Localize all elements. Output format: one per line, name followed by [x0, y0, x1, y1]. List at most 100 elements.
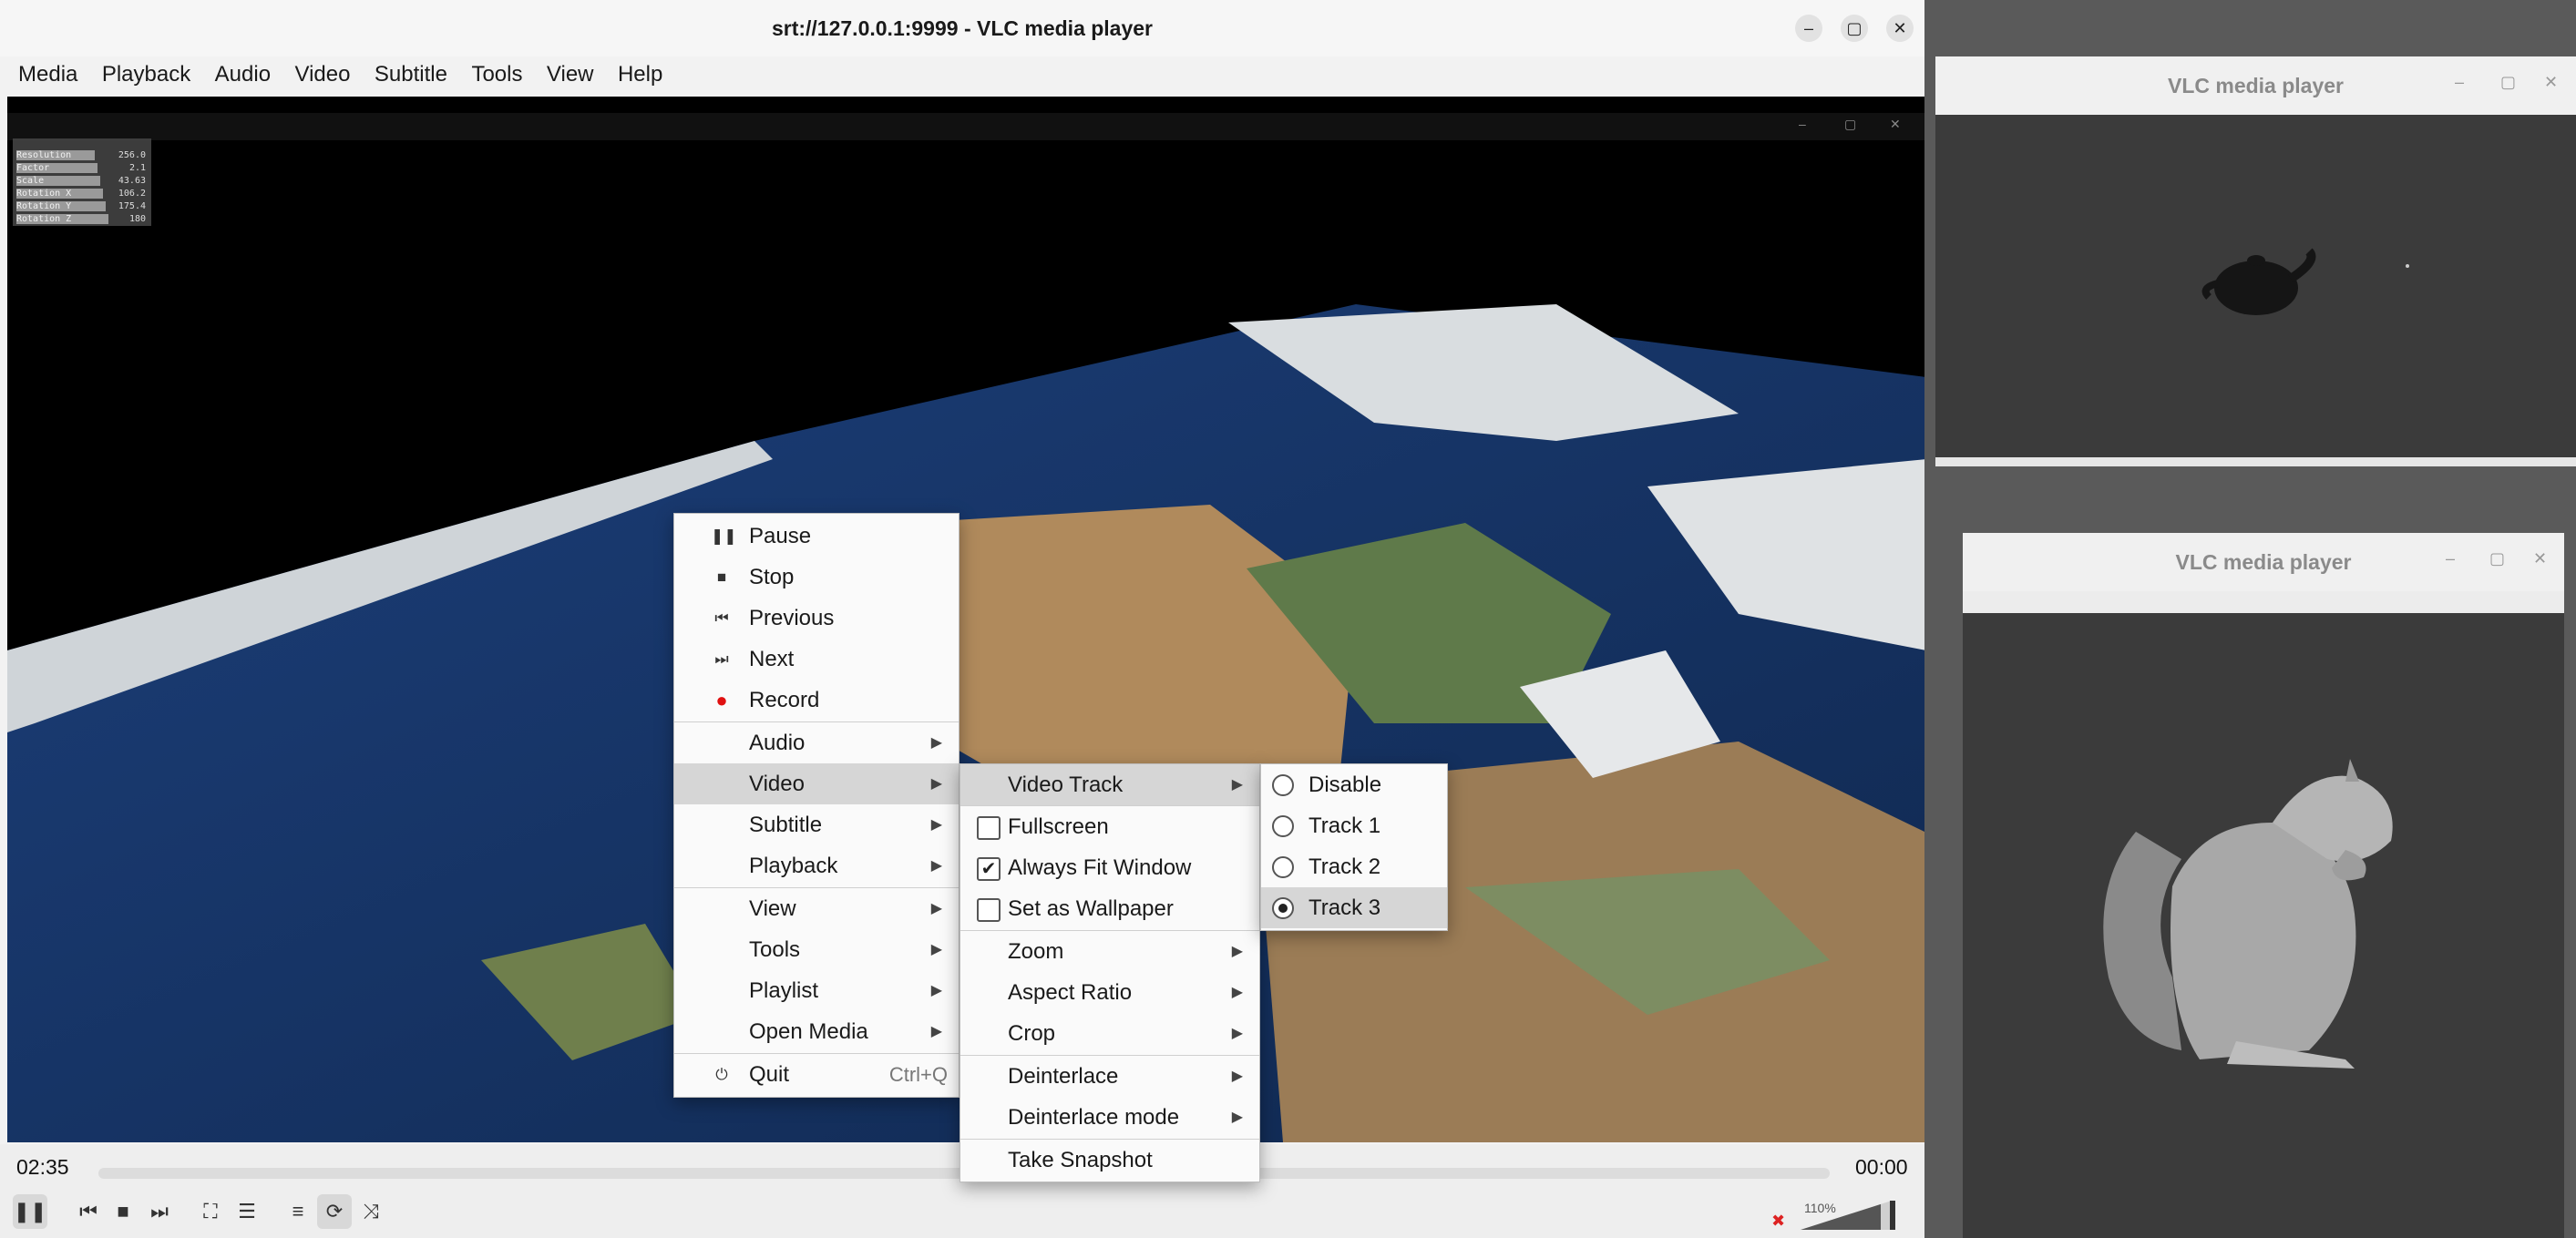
close-icon[interactable]: ✕ [2533, 549, 2547, 568]
submenu-arrow-icon: ▶ [1231, 1069, 1243, 1084]
fullscreen-button[interactable]: ⛶ [193, 1194, 228, 1229]
menu-audio[interactable]: Audio [205, 56, 281, 93]
maximize-icon[interactable]: ▢ [2500, 73, 2516, 92]
overlay-param-row[interactable]: Rotation Z 180 [16, 213, 148, 225]
volume-slider[interactable] [1801, 1199, 1901, 1232]
menu-item-pause[interactable]: ❚❚ Pause [674, 516, 959, 557]
next-button[interactable]: ⏭ [142, 1194, 177, 1229]
title-bar[interactable]: srt://127.0.0.1:9999 - VLC media player … [0, 0, 1924, 56]
teapot-render [1935, 115, 2576, 457]
overlay-param-value: 106.2 [118, 189, 146, 199]
submenu-item-deinterlace[interactable]: Deinterlace ▶ [960, 1056, 1259, 1097]
submenu-item-deinterlace-mode[interactable]: Deinterlace mode ▶ [960, 1097, 1259, 1138]
disable-radio[interactable] [1272, 774, 1294, 796]
menu-item-view[interactable]: View ▶ [674, 888, 959, 929]
embedded-window-bar: – ▢ ✕ [7, 113, 1924, 140]
menu-tools[interactable]: Tools [461, 56, 532, 93]
video-submenu: Video Track ▶ Fullscreen ✔ Always Fit Wind… [960, 763, 1260, 1182]
side-window-bottom-titlebar[interactable]: VLC media player – ▢ ✕ [1963, 533, 2564, 591]
menu-item-playback[interactable]: Playback ▶ [674, 845, 959, 886]
menu-item-open-media[interactable]: Open Media ▶ [674, 1011, 959, 1052]
submenu-item-take-snapshot[interactable]: Take Snapshot [960, 1140, 1259, 1181]
overlay-param-label: Rotation Y [16, 201, 72, 211]
menu-item-tools[interactable]: Tools ▶ [674, 929, 959, 970]
mute-icon[interactable]: ✖ [1771, 1212, 1785, 1231]
submenu-item-video-track[interactable]: Video Track ▶ [960, 764, 1259, 805]
stop-button[interactable]: ■ [106, 1194, 140, 1229]
submenu-item-fullscreen[interactable]: Fullscreen [960, 806, 1259, 847]
fullscreen-checkbox[interactable] [977, 816, 1001, 840]
overlay-param-value: 43.63 [118, 176, 146, 186]
track-2-radio[interactable] [1272, 856, 1294, 878]
submenu-arrow-icon: ▶ [1231, 944, 1243, 959]
submenu-arrow-icon: ▶ [930, 1024, 942, 1039]
always-fit-window-checkbox[interactable]: ✔ [977, 857, 1001, 881]
overlay-param-row[interactable]: Factor 2.1 [16, 162, 148, 174]
maximize-icon[interactable]: ▢ [2489, 549, 2505, 568]
track-item-track-2[interactable]: Track 2 [1261, 846, 1447, 887]
overlay-param-value: 2.1 [128, 163, 146, 173]
track-1-radio[interactable] [1272, 815, 1294, 837]
submenu-arrow-icon: ▶ [930, 817, 942, 833]
menu-subtitle[interactable]: Subtitle [364, 56, 457, 93]
menu-view[interactable]: View [537, 56, 604, 93]
minimize-icon[interactable]: – [1795, 15, 1822, 42]
overlay-param-row[interactable]: Scale 43.63 [16, 175, 148, 187]
minimize-icon[interactable]: – [2455, 73, 2464, 92]
previous-button[interactable]: ⏮ [71, 1194, 106, 1229]
menu-item-record[interactable]: ● Record [674, 680, 959, 721]
maximize-icon[interactable]: ▢ [1841, 15, 1868, 42]
menu-help[interactable]: Help [608, 56, 672, 93]
track-item-disable[interactable]: Disable [1261, 764, 1447, 805]
submenu-item-crop[interactable]: Crop ▶ [960, 1013, 1259, 1054]
submenu-arrow-icon: ▶ [930, 901, 942, 916]
menu-item-stop[interactable]: ■ Stop [674, 557, 959, 598]
extended-settings-button[interactable]: ☰ [230, 1194, 264, 1229]
submenu-item-always-fit-window[interactable]: ✔ Always Fit Window [960, 847, 1259, 888]
pause-button[interactable]: ❚❚ [13, 1194, 47, 1229]
shuffle-button[interactable]: ⤨ [354, 1194, 388, 1229]
minimize-icon[interactable]: – [2446, 549, 2455, 568]
close-icon[interactable]: ✕ [1886, 15, 1914, 42]
overlay-param-row[interactable]: Rotation X 106.2 [16, 188, 148, 200]
menu-item-subtitle[interactable]: Subtitle ▶ [674, 804, 959, 845]
submenu-arrow-icon: ▶ [930, 776, 942, 792]
elapsed-time: 02:35 [16, 1155, 69, 1179]
menu-playback[interactable]: Playback [92, 56, 200, 93]
menu-item-next[interactable]: ⏭ Next [674, 639, 959, 680]
set-as-wallpaper-checkbox[interactable] [977, 898, 1001, 922]
menu-item-previous[interactable]: ⏮ Previous [674, 598, 959, 639]
stop-icon: ■ [716, 568, 727, 586]
overlay-param-label: Rotation X [16, 189, 72, 199]
submenu-item-aspect-ratio[interactable]: Aspect Ratio ▶ [960, 972, 1259, 1013]
submenu-item-zoom[interactable]: Zoom ▶ [960, 931, 1259, 972]
submenu-arrow-icon: ▶ [930, 942, 942, 957]
menu-item-audio[interactable]: Audio ▶ [674, 722, 959, 763]
menu-video[interactable]: Video [285, 56, 361, 93]
embedded-minimize-icon: – [1799, 117, 1806, 131]
track-3-radio[interactable] [1272, 897, 1294, 919]
menu-item-video[interactable]: Video ▶ [674, 763, 959, 804]
submenu-item-set-as-wallpaper[interactable]: Set as Wallpaper [960, 888, 1259, 929]
overlay-param-row[interactable]: Resolution 256.0 [16, 149, 148, 161]
pause-icon: ❚❚ [711, 527, 737, 545]
submenu-arrow-icon: ▶ [1231, 777, 1243, 793]
side-window-top-titlebar[interactable]: VLC media player – ▢ ✕ [1935, 56, 2576, 115]
track-item-track-3[interactable]: Track 3 [1261, 887, 1447, 928]
overlay-param-value: 175.4 [118, 201, 146, 211]
overlay-panel[interactable]: Resolution 256.0 Factor 2.1 Scale 43.63 Rotati… [13, 138, 151, 226]
overlay-param-row[interactable]: Rotation Y 175.4 [16, 200, 148, 212]
close-icon[interactable]: ✕ [2544, 73, 2558, 92]
side-window-top: VLC media player – ▢ ✕ [1935, 56, 2576, 466]
menu-item-quit[interactable]: ⏻ Quit Ctrl+Q [674, 1054, 959, 1095]
loop-button[interactable]: ⟳ [317, 1194, 352, 1229]
overlay-param-label: Factor [16, 163, 50, 173]
overlay-param-label: Resolution [16, 150, 72, 160]
squirrel-render [1963, 613, 2564, 1238]
menu-item-playlist[interactable]: Playlist ▶ [674, 970, 959, 1011]
playlist-button[interactable]: ≡ [281, 1194, 315, 1229]
track-item-track-1[interactable]: Track 1 [1261, 805, 1447, 846]
menu-media[interactable]: Media [0, 56, 87, 93]
context-menu: ❚❚ Pause ■ Stop ⏮ Previous ⏭ Next ● Record Au… [673, 513, 960, 1098]
submenu-arrow-icon: ▶ [930, 858, 942, 874]
